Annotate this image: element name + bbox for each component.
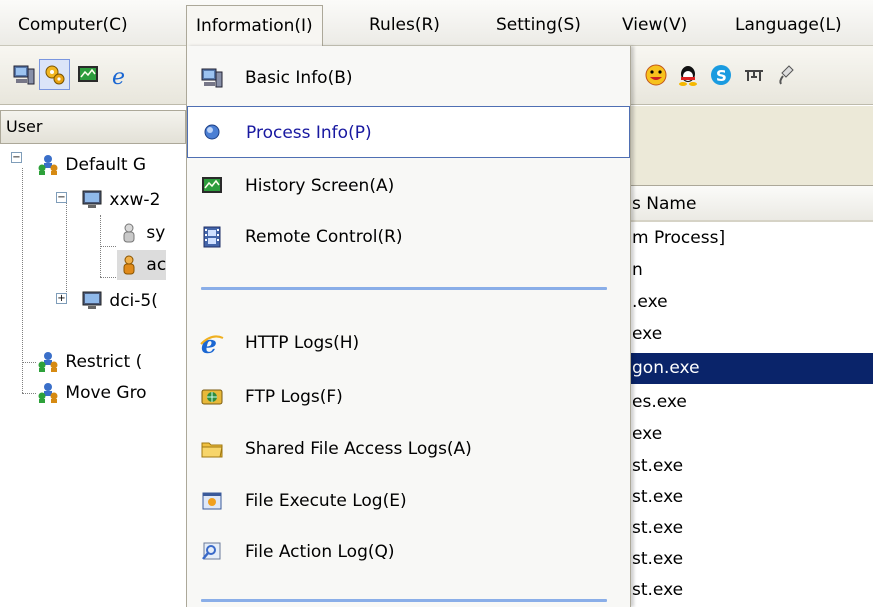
user-panel-header: User [0, 110, 186, 144]
tree-item-user-selected[interactable]: ac [117, 250, 167, 280]
menu-item-remote-control[interactable]: Remote Control(R) [187, 211, 630, 263]
ftp-icon [199, 384, 225, 410]
tree-item-default-group[interactable]: Default G [36, 150, 146, 180]
user-icon [123, 223, 135, 243]
skype-toolbar-icon[interactable]: S [705, 59, 736, 90]
file-action-icon [199, 539, 225, 565]
settings-toolbar-icon[interactable] [39, 59, 70, 90]
tree-item-user[interactable]: sy [117, 218, 165, 248]
menu-item-basic-info[interactable]: Basic Info(B) [187, 52, 630, 104]
ie-icon: e [199, 330, 225, 356]
group-icon [38, 352, 58, 372]
file-execute-icon [199, 488, 225, 514]
menu-view[interactable]: View(V) [622, 13, 687, 37]
ie-toolbar-icon[interactable]: e [105, 59, 136, 90]
shared-folder-icon [199, 436, 225, 462]
qq-toolbar-icon[interactable] [672, 59, 703, 90]
menu-item-history-screen[interactable]: History Screen(A) [187, 160, 630, 212]
menu-item-http-logs[interactable]: e HTTP Logs(H) [187, 317, 630, 369]
tree-item-move-group[interactable]: Move Gro [36, 378, 147, 408]
history-screen-icon [199, 173, 225, 199]
svg-text:S: S [716, 67, 727, 85]
menu-separator [201, 599, 607, 602]
screen-toolbar-icon[interactable] [72, 59, 103, 90]
menu-computer[interactable]: Computer(C) [18, 13, 128, 37]
tree-item-restrict-group[interactable]: Restrict ( [36, 347, 142, 377]
tree-item-computer[interactable]: dci-5( [80, 286, 158, 316]
menu-setting[interactable]: Setting(S) [496, 13, 581, 37]
svg-text:e: e [112, 65, 125, 87]
network-toolbar-icon[interactable] [738, 59, 769, 90]
menu-item-process-info[interactable]: Process Info(P) [187, 106, 630, 158]
film-icon [199, 224, 225, 250]
process-icon [200, 120, 226, 146]
group-icon [38, 155, 58, 175]
collapse-icon[interactable]: − [11, 152, 22, 163]
tree-item-computer[interactable]: xxw-2 [80, 185, 160, 215]
computer-toolbar-icon[interactable] [8, 59, 39, 90]
expand-icon[interactable]: + [56, 293, 67, 304]
group-icon [38, 383, 58, 403]
menu-rules[interactable]: Rules(R) [369, 13, 440, 37]
information-dropdown-menu: Basic Info(B) Process Info(P) History Sc… [186, 46, 631, 607]
computer-icon [82, 291, 102, 309]
menu-item-file-action-log[interactable]: File Action Log(Q) [187, 526, 630, 578]
collapse-icon[interactable]: − [56, 192, 67, 203]
smiley-toolbar-icon[interactable] [640, 59, 671, 90]
computer-icon [82, 190, 102, 208]
menu-information[interactable]: Information(I) [186, 5, 323, 46]
menu-separator [201, 287, 607, 290]
menu-item-ftp-logs[interactable]: FTP Logs(F) [187, 371, 630, 423]
user-icon [123, 255, 135, 275]
menu-item-shared-file-access-logs[interactable]: Shared File Access Logs(A) [187, 423, 630, 475]
menu-bar: Computer(C) Information(I) Rules(R) Sett… [0, 0, 873, 46]
usb-toolbar-icon[interactable] [771, 59, 802, 90]
computer-icon [199, 65, 225, 91]
menu-language[interactable]: Language(L) [735, 13, 842, 37]
menu-item-file-execute-log[interactable]: File Execute Log(E) [187, 475, 630, 527]
